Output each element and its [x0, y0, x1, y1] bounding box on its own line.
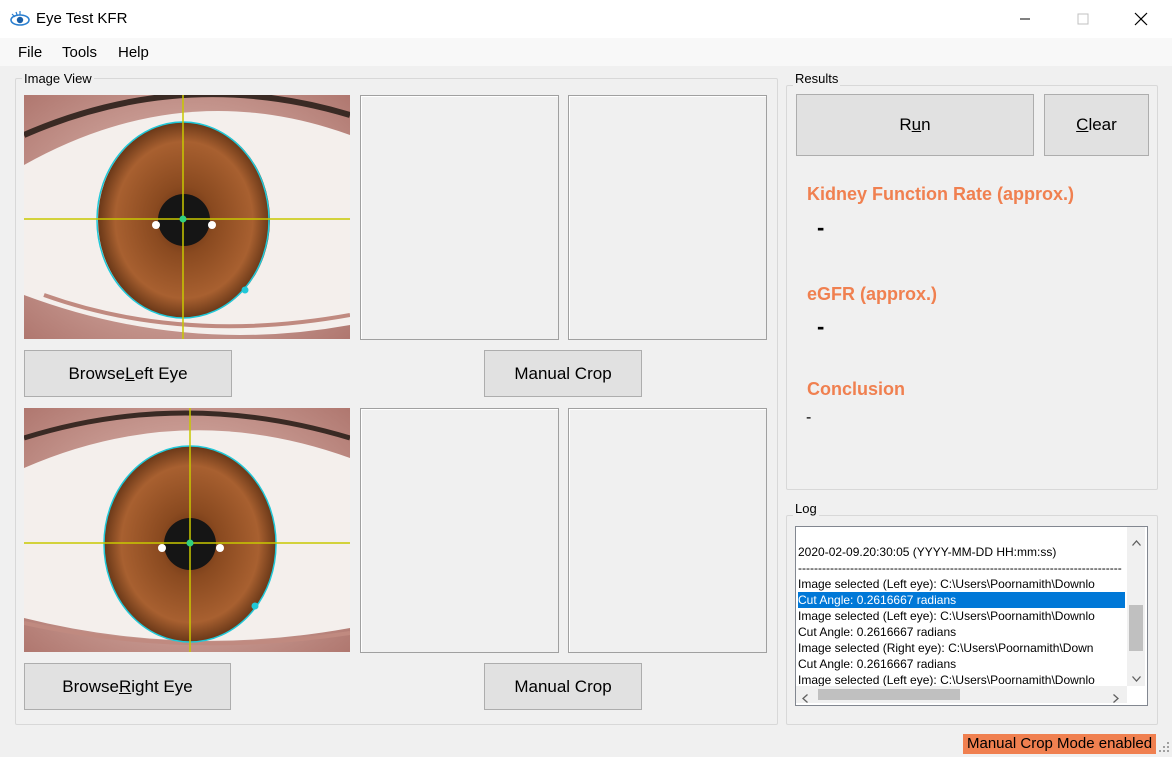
kfr-value: - [817, 215, 825, 240]
egfr-value: - [817, 314, 825, 339]
scroll-left-icon[interactable] [802, 690, 808, 705]
log-line[interactable]: Image selected (Left eye): C:\Users\Poor… [798, 672, 1125, 687]
log-listbox[interactable]: 2020-02-09.20:30:05 (YYYY-MM-DD HH:mm:ss… [795, 526, 1148, 706]
eye-icon [9, 8, 31, 30]
log-line[interactable]: Cut Angle: 0.2616667 radians [798, 592, 1125, 608]
left-crop-preview-1 [360, 95, 559, 340]
minimize-button[interactable] [997, 0, 1053, 38]
menu-file[interactable]: File [18, 44, 42, 61]
menu-tools[interactable]: Tools [62, 44, 97, 61]
minimize-icon [1020, 18, 1030, 20]
log-line[interactable]: Cut Angle: 0.2616667 radians [798, 624, 1125, 640]
log-line[interactable]: Cut Angle: 0.2616667 radians [798, 656, 1125, 672]
manual-crop-left-button[interactable]: Manual Crop [484, 350, 642, 397]
status-badge: Manual Crop Mode enabled [963, 734, 1157, 754]
log-line[interactable]: 2020-02-09.20:30:05 (YYYY-MM-DD HH:mm:ss… [798, 544, 1125, 560]
right-eye-image[interactable] [24, 408, 350, 652]
conclusion-label: Conclusion [807, 379, 905, 399]
log-line[interactable]: Image selected (Right eye): C:\Users\Poo… [798, 640, 1125, 656]
run-label-pre: R [899, 115, 912, 134]
clear-label-post: lear [1088, 115, 1117, 134]
resize-grip-icon[interactable] [1158, 740, 1170, 757]
log-line[interactable]: ----------------------------------------… [798, 560, 1125, 576]
left-eye-image[interactable] [24, 95, 350, 339]
run-button[interactable]: Run [796, 94, 1034, 156]
log-lines: 2020-02-09.20:30:05 (YYYY-MM-DD HH:mm:ss… [796, 544, 1127, 687]
log-vertical-scrollbar[interactable] [1127, 527, 1145, 686]
run-label-post: n [921, 115, 931, 134]
image-view-label: Image View [22, 71, 94, 86]
left-crop-preview-2 [568, 95, 767, 340]
log-label: Log [793, 501, 819, 516]
maximize-button[interactable] [1055, 0, 1111, 38]
menu-bar [0, 38, 1172, 66]
log-hscroll-thumb[interactable] [818, 689, 960, 700]
right-crop-preview-1 [360, 408, 559, 653]
browse-right-label-pre: Browse [62, 676, 119, 696]
scroll-right-icon[interactable] [1113, 690, 1119, 705]
scroll-down-icon[interactable] [1132, 669, 1141, 685]
close-button[interactable] [1113, 0, 1169, 38]
browse-right-eye-button[interactable]: Browse Right Eye [24, 663, 231, 710]
run-label-key: u [911, 115, 922, 134]
scroll-up-icon[interactable] [1132, 533, 1141, 549]
conclusion-value: - [806, 409, 812, 426]
log-vscroll-thumb[interactable] [1129, 605, 1143, 651]
clear-label-key: C [1076, 115, 1089, 134]
log-horizontal-scrollbar[interactable] [796, 686, 1127, 703]
log-line[interactable]: Image selected (Left eye): C:\Users\Poor… [798, 576, 1125, 592]
clear-button[interactable]: Clear [1044, 94, 1149, 156]
kfr-label: Kidney Function Rate (approx.) [807, 184, 1075, 204]
browse-left-label-key: L [125, 363, 135, 383]
egfr-label: eGFR (approx.) [807, 284, 938, 304]
browse-right-label-key: R [118, 676, 132, 696]
maximize-icon [1077, 13, 1089, 25]
browse-left-label-post: eft Eye [134, 363, 188, 383]
browse-left-label-pre: Browse [68, 363, 126, 383]
browse-left-eye-button[interactable]: Browse Left Eye [24, 350, 232, 397]
browse-right-label-post: ight Eye [131, 676, 193, 696]
results-label: Results [793, 71, 841, 86]
menu-help[interactable]: Help [118, 44, 149, 61]
right-crop-preview-2 [568, 408, 767, 653]
window-title: Eye Test KFR [36, 10, 128, 27]
log-line[interactable]: Image selected (Left eye): C:\Users\Poor… [798, 608, 1125, 624]
close-icon [1134, 12, 1148, 26]
manual-crop-right-button[interactable]: Manual Crop [484, 663, 642, 710]
